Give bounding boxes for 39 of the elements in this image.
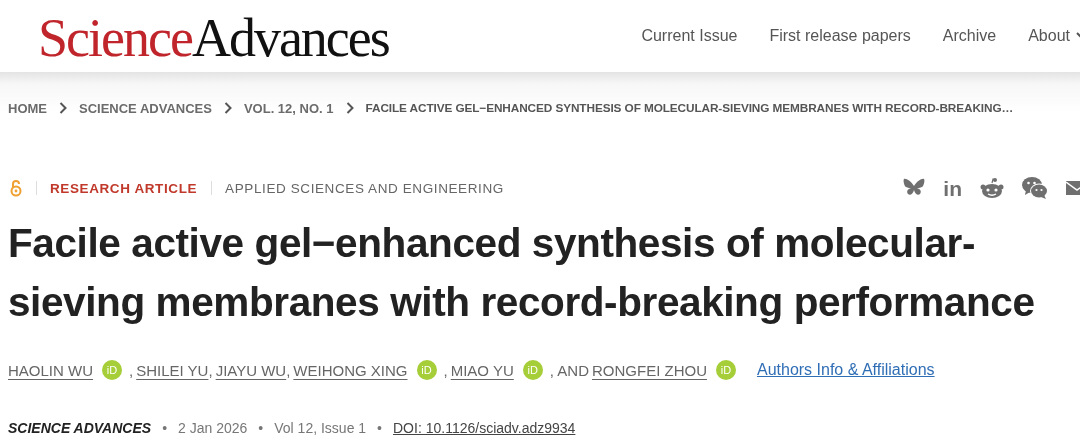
publication-info: 2 Jan 2026: [178, 420, 248, 436]
separator-dot: •: [258, 420, 264, 436]
authors-info-link[interactable]: Authors Info & Affiliations: [756, 361, 935, 379]
site-logo[interactable]: ScienceAdvances: [38, 7, 389, 69]
nav-link[interactable]: Archive: [942, 27, 997, 45]
nav-link[interactable]: First release papers: [769, 27, 911, 45]
author-separator: ,: [443, 361, 448, 379]
mail-icon[interactable]: [1066, 180, 1080, 196]
breadcrumb-link[interactable]: VOL. 12, NO. 1: [243, 100, 334, 116]
author-link[interactable]: RONGFEI ZHOU: [591, 361, 707, 379]
author-link[interactable]: HAOLIN WU: [8, 361, 93, 379]
author-link[interactable]: WEIHONG XING: [293, 361, 408, 379]
breadcrumb-link[interactable]: HOME: [8, 100, 47, 116]
butterfly-icon[interactable]: [903, 178, 926, 198]
author-separator: ,: [129, 361, 134, 379]
article-title: Facile active gel−enhanced synthesis of molecular-sieving membranes with record-breaking performance: [8, 219, 1036, 327]
wechat-icon[interactable]: [1022, 177, 1048, 199]
doi-link[interactable]: DOI: 10.1126/sciadv.adz9934: [393, 420, 576, 436]
subject-category: APPLIED SCIENCES AND ENGINEERING: [225, 180, 504, 196]
article-type: RESEARCH ARTICLE: [50, 180, 198, 196]
author-link[interactable]: SHILEI YU: [136, 361, 209, 379]
chevron-icon: [59, 102, 67, 114]
author-separator: , AND: [549, 361, 589, 379]
nav-link[interactable]: About: [1028, 27, 1080, 45]
author-separator: ,: [286, 361, 291, 379]
breadcrumb-link[interactable]: FACILE ACTIVE GEL−ENHANCED SYNTHESIS OF MOLECULAR-SIEVING MEMBRANES WITH RECORD-BREAKING…: [365, 101, 1014, 115]
reddit-icon[interactable]: [980, 177, 1004, 199]
chevron-icon: [223, 102, 232, 114]
breadcrumb-link[interactable]: SCIENCE ADVANCES: [79, 100, 212, 116]
linkedin-icon[interactable]: in: [943, 177, 962, 199]
author-link[interactable]: JIAYU WU: [215, 361, 287, 379]
author-link[interactable]: MIAO YU: [450, 361, 514, 379]
separator-dot: •: [162, 420, 168, 436]
publication-info: Vol 12, Issue 1: [274, 420, 367, 436]
author-separator: ,: [208, 361, 213, 379]
chevron-icon: [345, 102, 354, 114]
separator-dot: •: [377, 420, 382, 436]
journal-name: SCIENCE ADVANCES: [8, 420, 152, 436]
nav-link[interactable]: Current Issue: [641, 27, 738, 45]
